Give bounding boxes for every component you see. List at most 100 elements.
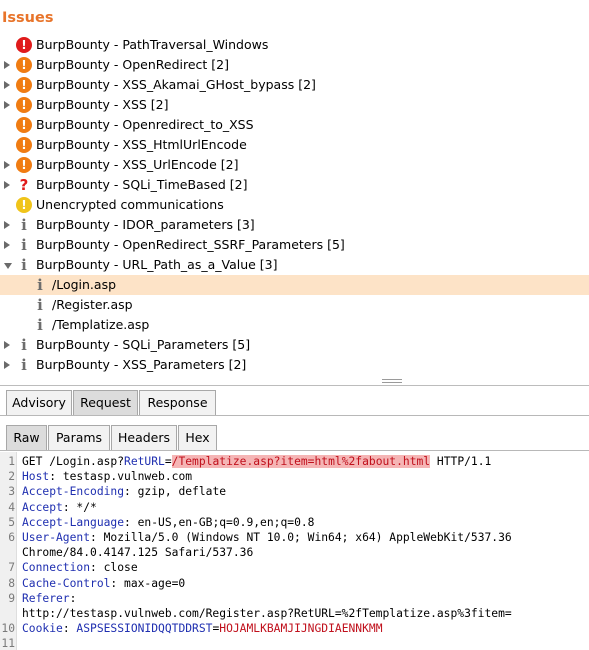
expand-right-icon[interactable]	[4, 361, 10, 369]
issue-label: /Register.asp	[52, 297, 133, 312]
issue-label: BurpBounty - XSS_Parameters [2]	[36, 357, 247, 372]
request-editor[interactable]: 1 2 3 4 5 6 7 8 9 10 11 GET /Login.asp?RetURL=/Tem…	[0, 452, 589, 650]
header-name: Host	[22, 470, 50, 484]
request-line: Accept: */*	[22, 501, 97, 514]
request-text: : max-age=0	[110, 576, 186, 590]
issue-row[interactable]: i BurpBounty - XSS_Parameters [2]	[0, 355, 589, 375]
request-line: Cache-Control: max-age=0	[22, 577, 185, 590]
information-icon: i	[21, 236, 27, 254]
expand-right-icon[interactable]	[4, 81, 10, 89]
issue-label: BurpBounty - IDOR_parameters [3]	[36, 217, 255, 232]
issue-label: /Login.asp	[52, 277, 117, 292]
expand-down-icon[interactable]	[4, 263, 12, 269]
message-view-tab-bar: Raw Params Headers Hex	[0, 420, 589, 451]
request-line: Chrome/84.0.4147.125 Safari/537.36	[22, 546, 253, 559]
issue-label: BurpBounty - OpenRedirect [2]	[36, 57, 230, 72]
request-text: GET /Login.asp?	[22, 455, 125, 468]
information-icon: i	[21, 256, 27, 274]
medium-severity-icon: !	[16, 117, 32, 133]
medium-severity-icon: !	[16, 97, 32, 113]
issue-label: BurpBounty - XSS [2]	[36, 97, 169, 112]
line-number: 10	[1, 622, 15, 636]
line-number: 3	[8, 485, 15, 499]
issue-label: BurpBounty - XSS_HtmlUrlEncode	[36, 137, 247, 152]
issue-row[interactable]: ! BurpBounty - PathTraversal_Windows	[0, 35, 589, 55]
highlighted-payload: /Templatize.asp?item=html%2fabout.html	[171, 455, 431, 468]
issue-label: BurpBounty - PathTraversal_Windows	[36, 37, 269, 52]
view-tab-raw[interactable]: Raw	[6, 425, 47, 450]
header-name: Accept	[22, 500, 63, 514]
request-text: :	[69, 591, 77, 605]
issue-row[interactable]: ! BurpBounty - Openredirect_to_XSS	[0, 115, 589, 135]
expand-right-icon[interactable]	[4, 61, 10, 69]
issue-row[interactable]: ! BurpBounty - XSS_Akamai_GHost_bypass [2…	[0, 75, 589, 95]
tab-request[interactable]: Request	[73, 390, 138, 415]
issue-instance-row[interactable]: i/Templatize.asp	[0, 315, 589, 335]
medium-severity-icon: !	[16, 57, 32, 73]
issue-row[interactable]: i BurpBounty - OpenRedirect_SSRF_Paramete…	[0, 235, 589, 255]
request-text: http://testasp.vulnweb.com/Register.asp?…	[22, 607, 512, 620]
issue-row[interactable]: ! BurpBounty - XSS_UrlEncode [2]	[0, 155, 589, 175]
information-icon: i	[37, 276, 43, 294]
issue-label: BurpBounty - XSS_Akamai_GHost_bypass [2]	[36, 77, 316, 92]
issue-instance-row[interactable]: i/Register.asp	[0, 295, 589, 315]
expand-right-icon[interactable]	[4, 161, 10, 169]
issue-instance-row[interactable]: i/Login.asp	[0, 275, 589, 295]
information-icon: i	[21, 356, 27, 374]
issues-panel-title: Issues	[2, 10, 54, 26]
issue-label: BurpBounty - URL_Path_as_a_Value [3]	[36, 257, 278, 272]
information-icon: i	[37, 316, 43, 334]
tab-response[interactable]: Response	[139, 390, 216, 415]
line-number: 9	[8, 591, 15, 605]
request-line: Host: testasp.vulnweb.com	[22, 470, 192, 483]
header-name: ASPSESSIONIDQQTDDRST	[76, 622, 213, 636]
request-line: Cookie: ASPSESSIONIDQQTDDRST=HOJAMLKBAMJ…	[22, 622, 383, 635]
request-line: Referer:	[22, 592, 76, 605]
issues-panel-header: Issues	[0, 0, 589, 35]
line-number-gutter: 1 2 3 4 5 6 7 8 9 10 11	[0, 452, 17, 650]
issue-row[interactable]: i BurpBounty - URL_Path_as_a_Value [3]	[0, 255, 589, 275]
issues-tree: ! BurpBounty - PathTraversal_Windows! Burp…	[0, 35, 589, 375]
request-text: : Mozilla/5.0 (Windows NT 10.0; Win64; x…	[90, 531, 512, 544]
issue-label: BurpBounty - SQLi_Parameters [5]	[36, 337, 251, 352]
tab-advisory[interactable]: Advisory	[6, 390, 72, 415]
issue-row[interactable]: i BurpBounty - SQLi_Parameters [5]	[0, 335, 589, 355]
request-line: User-Agent: Mozilla/5.0 (Windows NT 10.0…	[22, 531, 512, 544]
expand-right-icon[interactable]	[4, 101, 10, 109]
request-line: http://testasp.vulnweb.com/Register.asp?…	[22, 607, 512, 620]
expand-right-icon[interactable]	[4, 341, 10, 349]
expand-right-icon[interactable]	[4, 241, 10, 249]
request-text: =	[164, 455, 172, 468]
request-line: Accept-Language: en-US,en-GB;q=0.9,en;q=…	[22, 516, 314, 529]
issue-label: BurpBounty - Openredirect_to_XSS	[36, 117, 254, 132]
issue-label: BurpBounty - OpenRedirect_SSRF_Parameter…	[36, 237, 345, 252]
tentative-icon: ?	[19, 176, 29, 194]
high-severity-icon: !	[16, 37, 32, 53]
expand-right-icon[interactable]	[4, 221, 10, 229]
request-text: Chrome/84.0.4147.125 Safari/537.36	[22, 546, 254, 560]
low-severity-icon: !	[16, 197, 32, 213]
issue-row[interactable]: ! BurpBounty - XSS [2]	[0, 95, 589, 115]
issue-row[interactable]: ! BurpBounty - OpenRedirect [2]	[0, 55, 589, 75]
issue-row[interactable]: ! BurpBounty - XSS_HtmlUrlEncode	[0, 135, 589, 155]
medium-severity-icon: !	[16, 137, 32, 153]
header-name: Cookie	[22, 622, 63, 636]
splitter-grip-icon	[382, 379, 402, 383]
line-number: 6	[8, 531, 15, 544]
view-tab-headers[interactable]: Headers	[111, 425, 177, 450]
view-tab-hex[interactable]: Hex	[178, 425, 217, 450]
request-text: : testasp.vulnweb.com	[49, 470, 193, 484]
issue-row[interactable]: i BurpBounty - IDOR_parameters [3]	[0, 215, 589, 235]
information-icon: i	[21, 216, 27, 234]
issue-row[interactable]: ? BurpBounty - SQLi_TimeBased [2]	[0, 175, 589, 195]
request-line: GET /Login.asp?RetURL=/Templatize.asp?it…	[22, 455, 491, 468]
request-line: Connection: close	[22, 561, 138, 574]
request-text: HTTP/1.1	[430, 455, 492, 468]
issue-row[interactable]: ! Unencrypted communications	[0, 195, 589, 215]
medium-severity-icon: !	[16, 157, 32, 173]
expand-right-icon[interactable]	[4, 181, 10, 189]
request-text: : gzip, deflate	[124, 485, 227, 499]
header-name: User-Agent	[22, 531, 91, 544]
view-tab-params[interactable]: Params	[48, 425, 110, 450]
header-name: Connection	[22, 561, 91, 575]
